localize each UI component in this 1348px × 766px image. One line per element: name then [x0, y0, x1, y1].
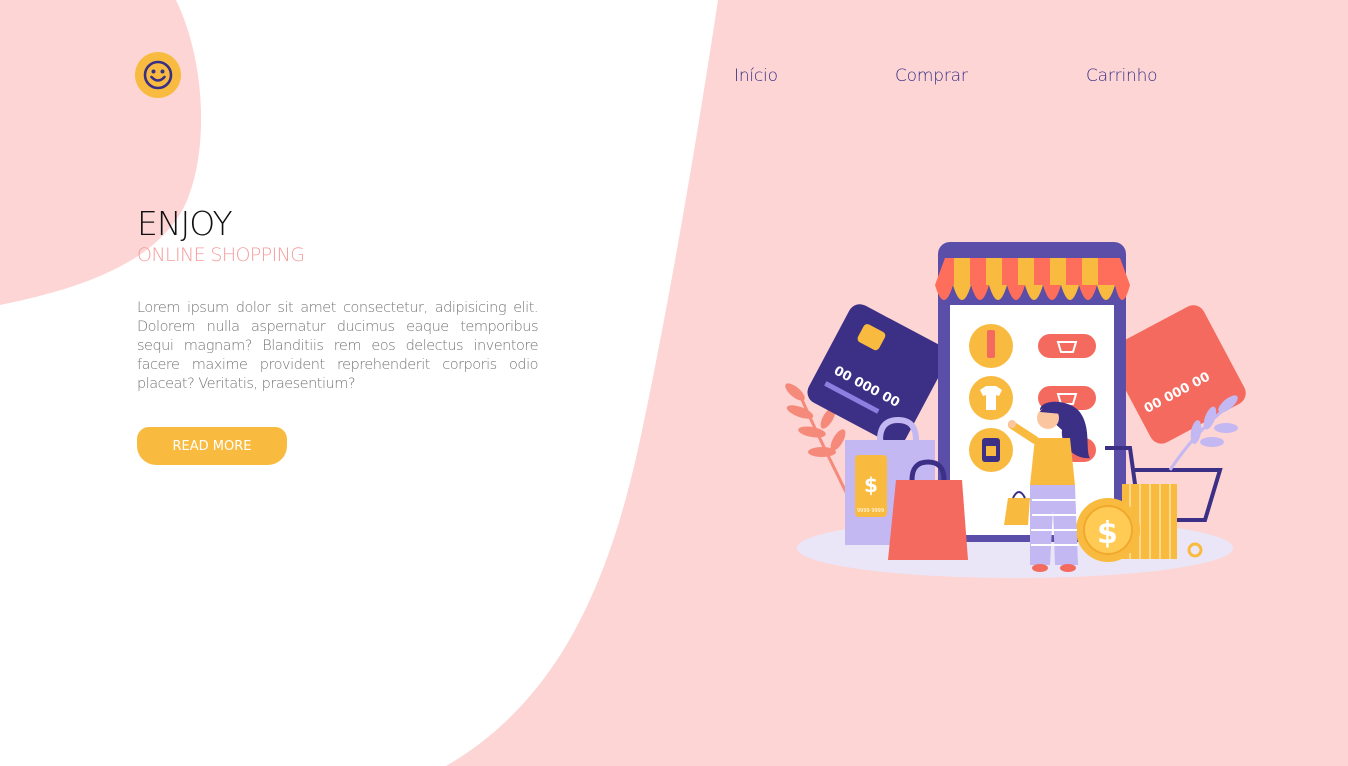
online-shopping-illustration: 00 000 00 00 000 00 $ 9999 9999 $ [785, 242, 1246, 578]
nav-link-comprar[interactable]: Comprar [895, 66, 968, 86]
svg-text:$: $ [1097, 516, 1118, 551]
hero-description: Lorem ipsum dolor sit amet consectetur, … [137, 300, 539, 392]
nav-link-inicio[interactable]: Início [734, 66, 778, 86]
hero-subtitle: ONLINE SHOPPING [137, 244, 305, 266]
coin-icon: $ [1076, 498, 1140, 562]
svg-text:$: $ [864, 473, 878, 497]
nav-link-carrinho[interactable]: Carrinho [1086, 66, 1158, 86]
read-more-button[interactable]: READ MORE [137, 427, 287, 465]
price-tag-text: 9999 9999 [857, 508, 884, 514]
hero-title: ENJOY [137, 204, 233, 243]
main-nav: Início Comprar Carrinho [0, 66, 1348, 90]
